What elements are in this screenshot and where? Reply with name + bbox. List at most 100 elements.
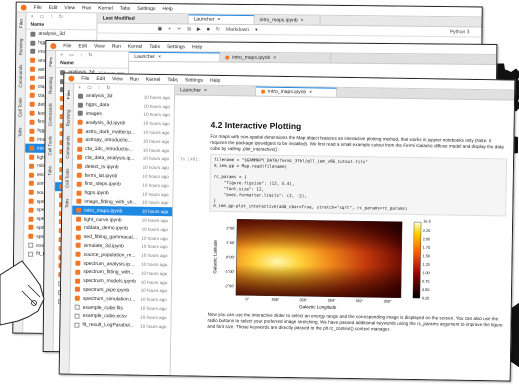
menu-item[interactable]: Kernel: [98, 5, 113, 11]
menu-item[interactable]: View: [112, 76, 123, 82]
cut-icon[interactable]: ✂: [177, 26, 181, 32]
menu-item[interactable]: View: [64, 5, 75, 11]
menu-item[interactable]: Tabs: [149, 43, 160, 49]
file-modified: 10 hours ago: [142, 200, 169, 206]
menu-item[interactable]: Tabs: [120, 5, 131, 11]
run-icon[interactable]: ▶: [197, 26, 201, 32]
add-cell-icon[interactable]: +: [168, 26, 171, 32]
close-icon[interactable]: ×: [301, 17, 304, 23]
close-icon[interactable]: ×: [217, 17, 220, 23]
notebook-icon: [29, 163, 35, 169]
notebook-icon: [75, 269, 81, 275]
tab-launcher[interactable]: Launcher ×: [188, 14, 255, 25]
menu-item[interactable]: Run: [130, 76, 139, 82]
close-icon[interactable]: ×: [309, 89, 312, 95]
restart-icon[interactable]: ↻: [216, 26, 220, 32]
sidebar-tab-cell-tools[interactable]: Cell Tools: [47, 136, 52, 155]
sidebar-tab-cell-tools[interactable]: Cell Tools: [65, 169, 70, 189]
menu-item[interactable]: Edit: [96, 75, 105, 81]
file-name: example_cube.ecsv: [82, 313, 127, 320]
new-folder-icon[interactable]: +: [78, 85, 81, 91]
menu-item[interactable]: Help: [162, 6, 172, 12]
sidebar-tab-running[interactable]: Running: [66, 109, 71, 126]
notebook-content[interactable]: 4.2 Interactive Plotting For maps with n…: [171, 105, 514, 380]
upload-icon[interactable]: ↑: [98, 85, 101, 91]
notebook-icon: [30, 66, 36, 72]
file-row[interactable]: fit_result_LogParabol... 10 hours ago: [70, 320, 170, 330]
sidebar-tab-commands[interactable]: Commands: [48, 103, 53, 126]
name-column-header[interactable]: Name: [60, 60, 74, 66]
new-folder-icon[interactable]: +: [60, 52, 63, 58]
sidebar-tab-tabs[interactable]: Tabs: [47, 166, 52, 176]
menu-item[interactable]: View: [94, 43, 105, 49]
sidebar-tab-files[interactable]: Files: [65, 89, 72, 100]
menu-item[interactable]: Run: [112, 43, 121, 49]
notebook-icon: [76, 199, 82, 205]
sidebar-tab-running[interactable]: Running: [18, 38, 23, 55]
colorbar-tick-label: 1.50: [423, 254, 430, 258]
sidebar-tab-files[interactable]: Files: [48, 57, 54, 67]
save-icon[interactable]: ▣: [157, 26, 162, 32]
menu-item[interactable]: Tabs: [167, 77, 178, 83]
menu-item[interactable]: Edit: [78, 43, 87, 49]
menu-item[interactable]: Kernel: [128, 43, 143, 49]
menu-item[interactable]: Settings: [167, 44, 185, 50]
menu-item[interactable]: Kernel: [146, 76, 161, 82]
file-modified: 10 hours ago: [142, 173, 169, 180]
code-cell[interactable]: In [40]: filename = "$GAMMAPY_DATA/fermi_…: [180, 153, 508, 217]
tab-notebook[interactable]: intro_maps.ipynb ×: [256, 86, 338, 97]
cell-type-select[interactable]: Markdown: [226, 26, 249, 32]
tab-notebook[interactable]: intro_maps.ipynb ×: [220, 52, 332, 63]
refresh-icon[interactable]: ↻: [88, 52, 92, 58]
folder-icon[interactable]: ▭: [39, 14, 44, 20]
menu-item[interactable]: File: [81, 75, 89, 81]
tab-launcher[interactable]: Last Modified: [97, 13, 189, 24]
sidebar-tab-commands[interactable]: Commands: [65, 136, 70, 159]
refresh-icon[interactable]: ↻: [59, 14, 63, 20]
tab-launcher[interactable]: Launcher ×: [175, 85, 257, 96]
section-heading: 4.2 Interactive Plotting: [210, 119, 302, 132]
colorbar-tick-label: 0.25: [422, 297, 429, 301]
folder-icon[interactable]: ▭: [87, 85, 92, 91]
kernel-name[interactable]: Python 3: [450, 29, 470, 35]
file-name: fit_result_LogParabol...: [82, 321, 134, 329]
menu-item[interactable]: Edit: [49, 4, 58, 10]
folder-icon: [77, 102, 83, 108]
file-name: example_cube.fits: [82, 304, 124, 311]
name-column-header[interactable]: Name: [30, 22, 44, 28]
sidebar-tab-files[interactable]: Files: [18, 18, 24, 29]
menu-item[interactable]: File: [63, 43, 71, 49]
new-folder-icon[interactable]: +: [31, 14, 34, 20]
upload-icon[interactable]: ↑: [80, 52, 83, 58]
tab-notebook[interactable]: intro_maps.ipynb ×: [254, 15, 321, 25]
menu-item[interactable]: Help: [210, 77, 220, 83]
menu-item[interactable]: Help: [192, 44, 202, 50]
close-icon[interactable]: ×: [158, 54, 161, 60]
tab-bar: Launcher × intro_maps.ipynb ×: [129, 51, 497, 65]
notebook-icon: [28, 233, 34, 239]
tab-launcher[interactable]: Launcher ×: [129, 51, 221, 62]
jupyterlab-window-front: File Edit View Run Kernel Tabs Settings Help Fi…: [58, 72, 516, 382]
folder-icon[interactable]: ▭: [69, 52, 74, 58]
file-list: analysis_3d 10 hours ago hgps_data 10 hours…: [70, 92, 174, 331]
tab-label: Launcher: [193, 16, 215, 23]
file-name: light_curve.ipynb: [84, 216, 122, 223]
menu-item[interactable]: File: [34, 4, 42, 10]
sidebar-tab-tabs[interactable]: Tabs: [17, 127, 22, 137]
upload-icon[interactable]: ↑: [50, 14, 53, 20]
menu-item[interactable]: Settings: [137, 5, 155, 11]
sidebar-tab-running[interactable]: Running: [48, 77, 53, 94]
sidebar-tab-tabs[interactable]: Tabs: [64, 198, 69, 208]
stop-icon[interactable]: ■: [207, 26, 210, 32]
close-icon[interactable]: ×: [204, 87, 207, 93]
sidebar-tab-cell-tools[interactable]: Cell Tools: [18, 98, 23, 117]
sidebar-tab-commands[interactable]: Commands: [18, 65, 23, 88]
menu-item[interactable]: Run: [82, 5, 91, 11]
chevron-down-icon[interactable]: ▾: [255, 27, 258, 33]
notebook-icon: [28, 181, 34, 187]
close-icon[interactable]: ×: [273, 55, 276, 61]
refresh-icon[interactable]: ↻: [106, 85, 110, 91]
copy-icon[interactable]: ⧉: [187, 26, 191, 32]
file-modified: 10 hours ago: [143, 121, 170, 127]
menu-item[interactable]: Settings: [185, 77, 203, 83]
